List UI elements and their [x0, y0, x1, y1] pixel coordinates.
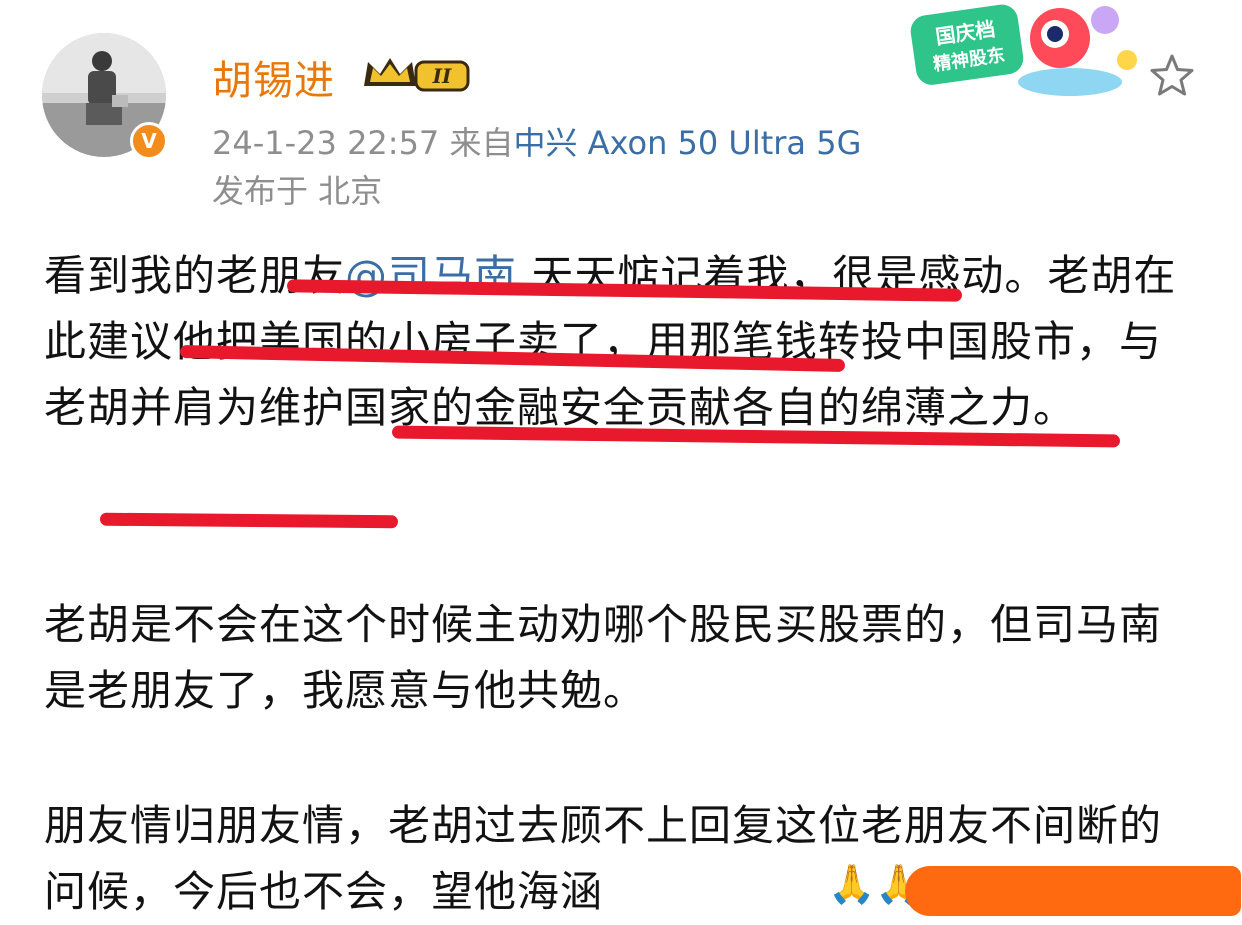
crown-level-icon[interactable]: II	[360, 52, 472, 100]
redaction-mark	[905, 866, 1241, 916]
verified-v-icon: V	[130, 122, 168, 160]
post-location: 发布于 北京	[212, 172, 383, 210]
source-prefix: 来自	[449, 124, 514, 162]
red-underline	[99, 512, 399, 529]
star-icon[interactable]	[1148, 52, 1196, 104]
para1-pre: 看到我的老朋友	[44, 251, 346, 300]
post-timestamp: 24-1-23 22:57	[212, 124, 440, 162]
username[interactable]: 胡锡进	[212, 48, 335, 106]
level-badge-text: II	[432, 64, 452, 88]
post-paragraph-1: 看到我的老朋友@司马南 天天惦记着我，很是感动。老胡在此建议他把美国的小房子卖了…	[44, 243, 1204, 441]
festival-sticker[interactable]: 国庆档 精神股东	[905, 0, 1145, 114]
post-meta: 24-1-23 22:57 来自中兴 Axon 50 Ultra 5G	[212, 118, 861, 164]
source-device-link[interactable]: 中兴 Axon 50 Ultra 5G	[513, 124, 861, 162]
post-paragraph-2: 老胡是不会在这个时候主动劝哪个股民买股票的，但司马南是老朋友了，我愿意与他共勉。	[44, 600, 1163, 715]
